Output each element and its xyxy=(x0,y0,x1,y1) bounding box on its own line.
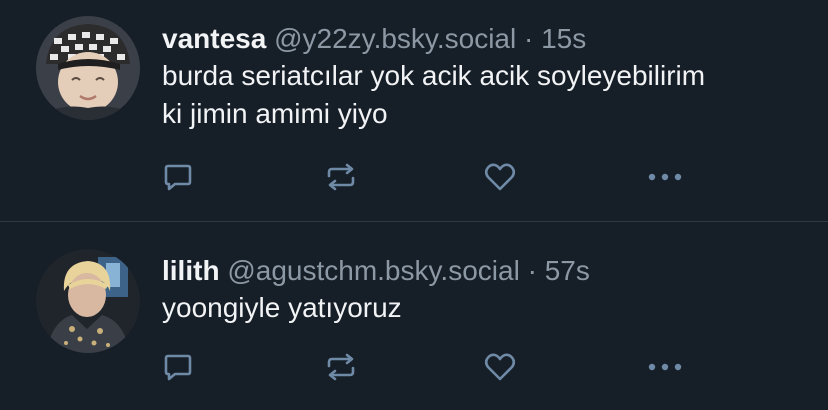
post-header: vantesa @y22zy.bsky.social · 15s xyxy=(162,22,586,56)
post-timestamp[interactable]: 15s xyxy=(541,23,586,54)
more-icon xyxy=(648,363,682,371)
post-text: yoongiyle yatıyoruz xyxy=(162,292,402,323)
display-name[interactable]: lilith xyxy=(162,255,220,286)
like-icon xyxy=(484,163,516,191)
separator-dot: · xyxy=(524,23,534,54)
post-text: burda seriatcılar yok acik acik soyleyeb… xyxy=(162,60,706,129)
reply-button[interactable] xyxy=(160,160,196,194)
reply-icon xyxy=(164,164,192,191)
post-timestamp[interactable]: 57s xyxy=(545,255,590,286)
post-item[interactable]: lilith @agustchm.bsky.social · 57s yoong… xyxy=(0,222,828,410)
user-handle[interactable]: @agustchm.bsky.social xyxy=(227,255,519,286)
repost-icon xyxy=(327,163,355,191)
repost-icon xyxy=(327,353,355,381)
reply-button[interactable] xyxy=(160,350,196,384)
avatar[interactable] xyxy=(36,249,140,353)
post-actions xyxy=(160,160,700,194)
avatar[interactable] xyxy=(36,16,140,120)
post-header: lilith @agustchm.bsky.social · 57s xyxy=(162,254,590,288)
reply-icon xyxy=(164,354,192,381)
repost-button[interactable] xyxy=(323,160,359,194)
like-icon xyxy=(484,353,516,381)
post-feed: vantesa @y22zy.bsky.social · 15s burda s… xyxy=(0,0,828,410)
like-button[interactable] xyxy=(482,350,518,384)
post-item[interactable]: vantesa @y22zy.bsky.social · 15s burda s… xyxy=(0,0,828,221)
display-name[interactable]: vantesa xyxy=(162,23,266,54)
repost-button[interactable] xyxy=(323,350,359,384)
more-icon xyxy=(648,173,682,181)
like-button[interactable] xyxy=(482,160,518,194)
post-actions xyxy=(160,350,700,384)
more-options-button[interactable] xyxy=(647,350,683,384)
user-handle[interactable]: @y22zy.bsky.social xyxy=(274,23,516,54)
more-options-button[interactable] xyxy=(647,160,683,194)
separator-dot: · xyxy=(527,255,537,286)
